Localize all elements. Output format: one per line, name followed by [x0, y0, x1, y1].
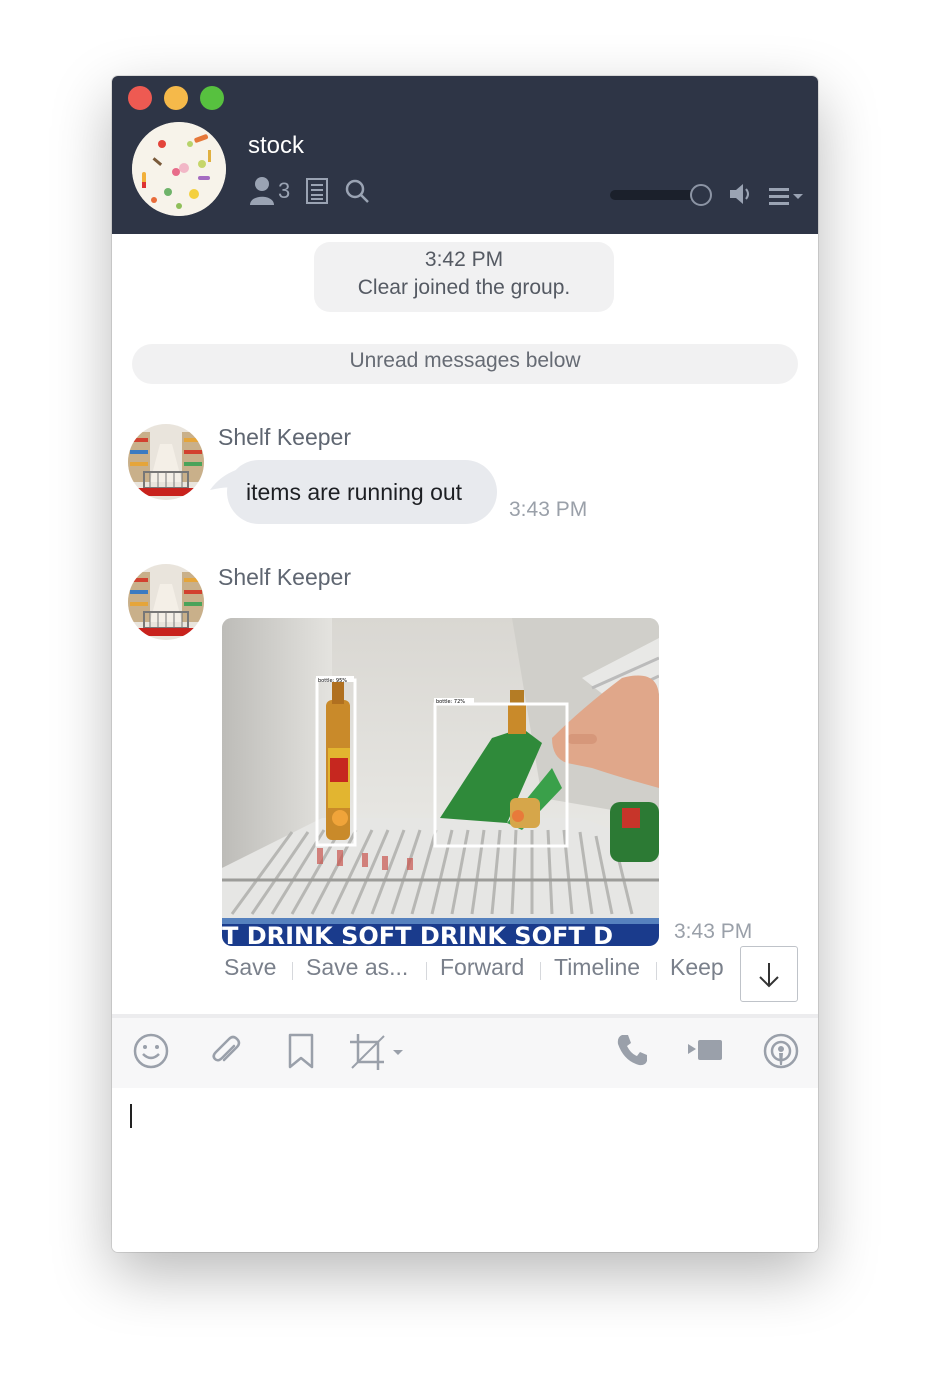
- system-message-time: 3:42 PM: [424, 248, 504, 271]
- text-cursor: [130, 1104, 132, 1128]
- sender-name[interactable]: Shelf Keeper: [218, 564, 351, 591]
- divider: [292, 962, 293, 980]
- crop-icon[interactable]: [348, 1032, 404, 1072]
- bookmark-icon[interactable]: [284, 1032, 318, 1070]
- member-count[interactable]: 3: [278, 178, 290, 204]
- attachment-icon[interactable]: [206, 1032, 244, 1070]
- group-name: stock: [248, 132, 305, 159]
- close-window-button[interactable]: [128, 86, 152, 110]
- detection-label: bottle: 95%: [318, 678, 347, 684]
- video-icon[interactable]: [686, 1032, 724, 1068]
- forward-button[interactable]: Forward: [440, 954, 524, 981]
- image-message[interactable]: bottle: 95% bottle: 72% T DRINK SOFT DRI…: [222, 618, 659, 946]
- system-message-text: Clear joined the group.: [357, 276, 571, 299]
- detection-label: bottle: 72%: [436, 699, 465, 705]
- message-time: 3:43 PM: [509, 498, 588, 521]
- member-icon[interactable]: [249, 176, 275, 206]
- divider: [540, 962, 541, 980]
- maximize-window-button[interactable]: [200, 86, 224, 110]
- input-toolbar: [112, 1014, 818, 1091]
- save-as-button[interactable]: Save as...: [306, 954, 408, 981]
- volume-icon[interactable]: [728, 182, 754, 206]
- message-input[interactable]: [112, 1088, 818, 1252]
- save-button[interactable]: Save: [224, 954, 276, 981]
- divider: [656, 962, 657, 980]
- chat-header: stock 3: [112, 76, 818, 234]
- menu-icon[interactable]: [768, 186, 806, 206]
- search-icon[interactable]: [344, 178, 370, 204]
- message-bubble[interactable]: items are running out: [227, 460, 497, 524]
- unread-divider: Unread messages below: [132, 344, 798, 384]
- system-message: 3:42 PM Clear joined the group.: [314, 242, 614, 312]
- volume-slider-handle[interactable]: [690, 184, 712, 206]
- banner-text: T DRINK SOFT DRINK SOFT D: [222, 922, 613, 946]
- keep-button[interactable]: Keep: [670, 954, 724, 981]
- chat-history[interactable]: 3:42 PM Clear joined the group. Unread m…: [112, 234, 818, 1012]
- live-icon[interactable]: [762, 1032, 800, 1070]
- timeline-button[interactable]: Timeline: [554, 954, 640, 981]
- chat-window: stock 3 3:42 PM Clear joined the group. …: [112, 76, 818, 1252]
- minimize-window-button[interactable]: [164, 86, 188, 110]
- message-time: 3:43 PM: [674, 920, 753, 943]
- group-avatar[interactable]: [132, 122, 226, 216]
- phone-icon[interactable]: [614, 1032, 650, 1068]
- divider: [426, 962, 427, 980]
- scroll-to-bottom-button[interactable]: [740, 946, 798, 1002]
- sender-avatar[interactable]: [128, 424, 204, 500]
- emoji-icon[interactable]: [132, 1032, 170, 1070]
- arrow-down-icon: [759, 963, 779, 988]
- note-icon[interactable]: [306, 178, 328, 204]
- sender-avatar[interactable]: [128, 564, 204, 640]
- sender-name[interactable]: Shelf Keeper: [218, 424, 351, 451]
